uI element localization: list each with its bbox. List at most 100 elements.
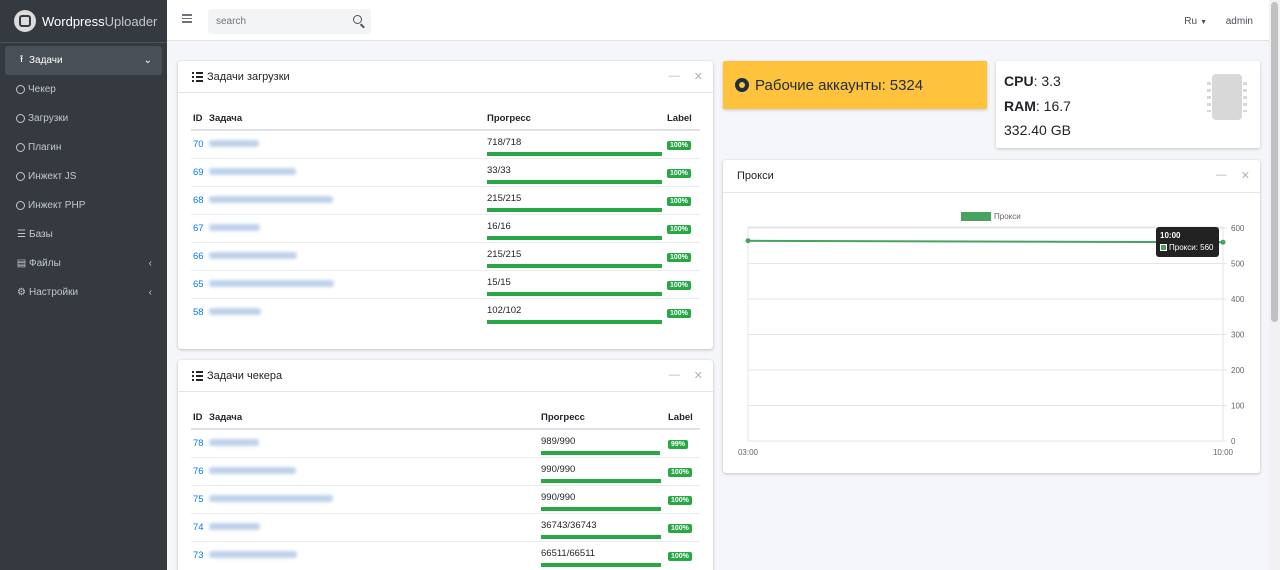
progress-cell: 990/990 bbox=[539, 484, 666, 513]
search-icon[interactable] bbox=[353, 15, 362, 24]
task-id-link[interactable]: 73 bbox=[193, 550, 204, 561]
ram-value: : 16.7 bbox=[1035, 97, 1071, 114]
progress-cell: 215/215 bbox=[485, 241, 665, 270]
task-name-redacted[interactable] bbox=[209, 522, 260, 530]
task-id-link[interactable]: 75 bbox=[193, 494, 204, 505]
chart-tooltip: 10:00 Прокси: 560 bbox=[1156, 227, 1219, 257]
task-id-link[interactable]: 68 bbox=[193, 195, 204, 206]
menu-toggle-icon[interactable] bbox=[182, 14, 192, 23]
brand[interactable]: WordpressUploader bbox=[0, 0, 167, 43]
page-scrollbar[interactable] bbox=[1269, 0, 1280, 570]
collapse-icon[interactable]: — bbox=[669, 369, 680, 382]
table-row: 76 990/990 100% bbox=[191, 456, 700, 485]
sidebar-item-label: Инжект PHP bbox=[28, 200, 86, 211]
progress-text: 15/15 bbox=[487, 276, 511, 288]
column-header: ID bbox=[191, 407, 207, 430]
task-id-cell: 74 bbox=[191, 512, 207, 541]
status-badge: 100% bbox=[667, 224, 691, 234]
status-badge: 100% bbox=[667, 308, 691, 318]
sidebar-item-plugin[interactable]: Плагин bbox=[5, 133, 162, 162]
task-name-redacted[interactable] bbox=[209, 167, 296, 175]
topbar: Ru▼ admin bbox=[167, 0, 1269, 41]
progress-cell: 102/102 bbox=[485, 297, 665, 326]
task-name-cell bbox=[207, 297, 485, 326]
sidebar-item-settings[interactable]: ⚙ Настройки ‹ bbox=[5, 278, 162, 307]
card-header: Задачи загрузки — ✕ bbox=[178, 61, 713, 93]
accounts-label: Рабочие аккаунты: bbox=[755, 76, 886, 94]
label-cell: 100% bbox=[666, 456, 700, 485]
circle-icon bbox=[16, 85, 25, 94]
close-icon[interactable]: ✕ bbox=[694, 369, 703, 382]
column-header: Прогресс bbox=[485, 108, 665, 131]
table-row: 75 990/990 100% bbox=[191, 484, 700, 513]
y-tick-label: 600 bbox=[1231, 224, 1245, 233]
table-row: 67 16/16 100% bbox=[191, 213, 700, 242]
task-name-redacted[interactable] bbox=[209, 307, 261, 315]
task-id-cell: 66 bbox=[191, 241, 207, 270]
cpu-value: : 3.3 bbox=[1033, 73, 1061, 89]
task-id-link[interactable]: 78 bbox=[193, 438, 204, 449]
task-id-link[interactable]: 70 bbox=[193, 139, 204, 150]
task-name-redacted[interactable] bbox=[209, 438, 259, 446]
proxy-card: Прокси — ✕ Прокси 0 100 200 300 400 500 600 03:0… bbox=[723, 160, 1260, 473]
brand-name: WordpressUploader bbox=[42, 13, 158, 29]
sidebar-item-inject-js[interactable]: Инжект JS bbox=[5, 162, 162, 191]
task-id-link[interactable]: 74 bbox=[193, 522, 204, 533]
sidebar-item-databases[interactable]: ☰ Базы bbox=[5, 220, 162, 249]
collapse-icon[interactable]: — bbox=[669, 70, 680, 83]
caret-down-icon: ▼ bbox=[1200, 19, 1207, 26]
database-icon: ☰ bbox=[17, 229, 26, 240]
task-name-redacted[interactable] bbox=[209, 195, 333, 203]
task-name-redacted[interactable] bbox=[209, 279, 334, 287]
task-name-redacted[interactable] bbox=[209, 223, 260, 231]
circle-icon bbox=[16, 172, 25, 181]
collapse-icon[interactable]: — bbox=[1216, 169, 1227, 182]
column-header: Прогресс bbox=[539, 407, 666, 430]
card-title: Задачи чекера bbox=[207, 369, 283, 382]
close-icon[interactable]: ✕ bbox=[1241, 169, 1250, 182]
checker-tasks-table: ID Задача Прогресс Label 78 989/990 99% 76 9… bbox=[191, 407, 700, 569]
task-id-link[interactable]: 66 bbox=[193, 251, 204, 262]
scrollbar-thumb[interactable] bbox=[1271, 2, 1278, 322]
search-input[interactable] bbox=[208, 9, 338, 34]
task-id-link[interactable]: 65 bbox=[193, 279, 204, 290]
spinner-icon bbox=[735, 78, 749, 92]
progress-text: 102/102 bbox=[487, 304, 522, 316]
sidebar-item-inject-php[interactable]: Инжект PHP bbox=[5, 191, 162, 220]
language-dropdown[interactable]: Ru ▼ bbox=[1184, 16, 1207, 27]
cpu-label: CPU bbox=[1004, 73, 1034, 89]
sidebar-item-uploads[interactable]: Загрузки bbox=[5, 104, 162, 133]
label-cell: 100% bbox=[666, 484, 700, 513]
task-name-cell bbox=[207, 157, 485, 186]
task-name-redacted[interactable] bbox=[209, 251, 297, 259]
upload-tasks-card: Задачи загрузки — ✕ ID Задача Прогресс La… bbox=[178, 61, 713, 349]
task-id-link[interactable]: 76 bbox=[193, 466, 204, 477]
chevron-left-icon: ‹ bbox=[148, 287, 152, 298]
y-tick-label: 400 bbox=[1231, 295, 1245, 304]
sidebar-item-checker[interactable]: Чекер bbox=[5, 75, 162, 104]
sidebar-item-label: Задачи bbox=[29, 55, 63, 66]
sidebar-item-tasks[interactable]: ⭱ Задачи ⌄ bbox=[5, 46, 162, 75]
checker-tasks-card: Задачи чекера — ✕ ID Задача Прогресс Labe… bbox=[178, 360, 713, 570]
user-menu[interactable]: admin bbox=[1226, 16, 1253, 27]
task-name-redacted[interactable] bbox=[209, 550, 297, 558]
sidebar-item-label: Плагин bbox=[28, 142, 62, 153]
task-name-cell bbox=[207, 129, 485, 158]
file-icon: ▤ bbox=[16, 258, 27, 269]
status-badge: 100% bbox=[667, 252, 691, 262]
task-id-link[interactable]: 69 bbox=[193, 167, 204, 178]
progress-text: 215/215 bbox=[487, 192, 522, 204]
sidebar-item-files[interactable]: ▤ Файлы ‹ bbox=[5, 249, 162, 278]
task-id-link[interactable]: 58 bbox=[193, 307, 204, 318]
progress-cell: 989/990 bbox=[539, 428, 666, 457]
progress-text: 990/990 bbox=[541, 463, 576, 475]
circle-icon bbox=[16, 201, 25, 210]
x-tick-label: 03:00 bbox=[738, 448, 759, 457]
task-name-redacted[interactable] bbox=[209, 494, 333, 502]
progress-bar bbox=[541, 534, 661, 539]
task-id-link[interactable]: 67 bbox=[193, 223, 204, 234]
task-name-redacted[interactable] bbox=[209, 466, 296, 474]
table-row: 69 33/33 100% bbox=[191, 157, 700, 186]
task-name-redacted[interactable] bbox=[209, 139, 259, 147]
close-icon[interactable]: ✕ bbox=[694, 70, 703, 83]
